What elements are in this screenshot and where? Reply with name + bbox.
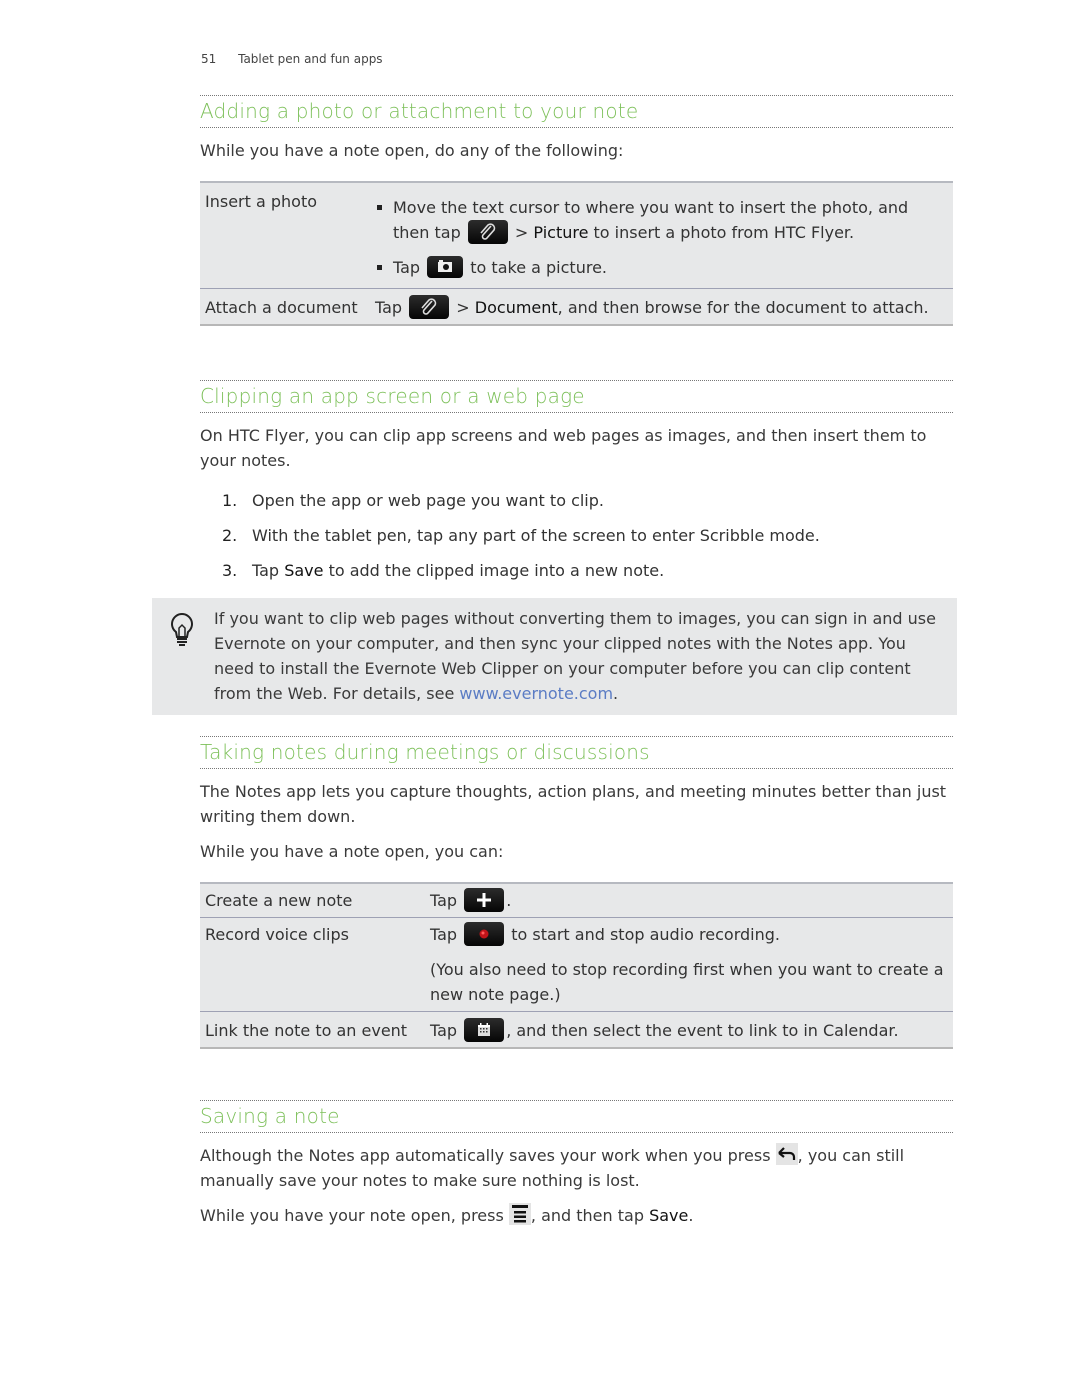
back-arrow-icon (775, 1142, 798, 1165)
saving-paragraph-1: Although the Notes app automatically sav… (200, 1142, 953, 1193)
table-row: Record voice clips Tap to start and stop… (200, 917, 953, 1012)
tip-text: If you want to clip web pages without co… (214, 609, 936, 703)
section-heading: Clipping an app screen or a web page (200, 380, 953, 413)
section-intro-2: While you have a note open, you can: (200, 842, 504, 861)
section-taking-notes: Taking notes during meetings or discussi… (200, 736, 953, 1049)
record-icon (464, 921, 505, 946)
row-label: Record voice clips (200, 917, 425, 1012)
plus-icon (464, 887, 505, 912)
evernote-link[interactable]: www.evernote.com (459, 684, 613, 703)
row-label: Attach a document (200, 288, 370, 325)
section-clipping: Clipping an app screen or a web page On … (200, 380, 953, 593)
table-row: Create a new note Tap . (200, 883, 953, 918)
table-row: Insert a photo Move the text cursor to w… (200, 182, 953, 289)
section-saving: Saving a note Although the Notes app aut… (200, 1100, 953, 1228)
section-heading: Adding a photo or attachment to your not… (200, 95, 953, 128)
tip-box: If you want to clip web pages without co… (152, 598, 957, 715)
section-heading: Taking notes during meetings or discussi… (200, 736, 953, 769)
table-row: Link the note to an event Tap , and then… (200, 1011, 953, 1048)
options-table: Insert a photo Move the text cursor to w… (200, 181, 953, 326)
chapter-title: Tablet pen and fun apps (238, 52, 383, 66)
section-heading: Saving a note (200, 1100, 953, 1133)
section-adding-photo: Adding a photo or attachment to your not… (200, 95, 953, 326)
list-item: 2. With the tablet pen, tap any part of t… (222, 526, 820, 545)
saving-paragraph-2: While you have your note open, press , a… (200, 1202, 953, 1228)
list-item: 3. Tap Save to add the clipped image into… (222, 561, 665, 580)
row-label: Link the note to an event (200, 1011, 425, 1048)
steps-list: 1. Open the app or web page you want to c… (200, 488, 953, 583)
calendar-icon (464, 1017, 505, 1042)
paperclip-icon (409, 294, 450, 319)
camera-icon (427, 255, 464, 278)
table-row: Attach a document Tap > Document, and th… (200, 288, 953, 325)
paperclip-icon (467, 219, 508, 244)
actions-table: Create a new note Tap . Record voice cli… (200, 882, 953, 1049)
row-label: Create a new note (205, 891, 353, 910)
section-intro: On HTC Flyer, you can clip app screens a… (200, 426, 927, 470)
section-intro: While you have a note open, do any of th… (200, 141, 624, 160)
list-item: 1. Open the app or web page you want to c… (222, 491, 604, 510)
page-number: 51 (201, 52, 217, 66)
page-header: 51 Tablet pen and fun apps (201, 52, 383, 66)
menu-icon (508, 1202, 531, 1225)
note-text: (You also need to stop recording first w… (430, 960, 944, 1004)
row-label: Insert a photo (205, 192, 318, 211)
section-intro: The Notes app lets you capture thoughts,… (200, 782, 947, 826)
list-item: Tap to take a picture. (375, 255, 948, 280)
lightbulb-icon (170, 612, 194, 652)
list-item: Move the text cursor to where you want t… (375, 195, 948, 245)
